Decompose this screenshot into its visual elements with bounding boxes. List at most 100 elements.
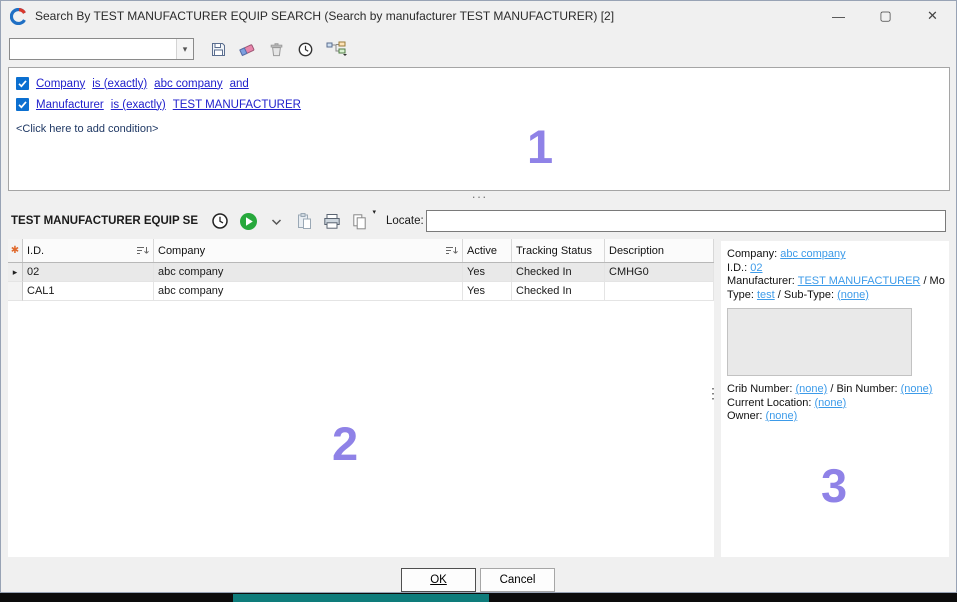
column-header-label: I.D.	[27, 245, 44, 257]
detail-label: / Mo	[923, 275, 944, 287]
horizontal-splitter[interactable]: ···	[1, 191, 957, 206]
item-image-placeholder	[727, 308, 912, 376]
detail-label: I.D.:	[727, 262, 747, 274]
condition-panel: Company is (exactly) abc company and Man…	[8, 67, 950, 191]
column-header-description[interactable]: Description	[605, 239, 714, 262]
history-icon[interactable]	[295, 39, 315, 59]
eraser-icon[interactable]	[237, 39, 257, 59]
title-bar: Search By TEST MANUFACTURER EQUIP SEARCH…	[1, 1, 956, 31]
print-icon[interactable]	[322, 211, 342, 231]
filter-preset-combobox[interactable]: ▾	[9, 38, 194, 60]
copy-icon[interactable]: ▾	[350, 211, 370, 231]
condition-row: Company is (exactly) abc company and	[16, 73, 942, 94]
cell-company: abc company	[154, 263, 463, 282]
save-icon[interactable]	[208, 39, 228, 59]
clock-icon[interactable]	[210, 211, 230, 231]
condition-operator-link[interactable]: is (exactly)	[111, 99, 166, 111]
condition-checkbox[interactable]	[16, 77, 29, 90]
detail-crib-line: Crib Number: (none) / Bin Number: (none)	[727, 383, 943, 397]
condition-value-link[interactable]: abc company	[154, 78, 222, 90]
detail-label: Owner:	[727, 410, 762, 422]
condition-row: Manufacturer is (exactly) TEST MANUFACTU…	[16, 94, 942, 115]
hierarchy-icon[interactable]	[324, 39, 350, 59]
condition-operator-link[interactable]: is (exactly)	[92, 78, 147, 90]
id-link[interactable]: 02	[750, 262, 762, 274]
table-header-row: ✱ I.D. Company Active	[8, 239, 714, 263]
cell-active: Yes	[463, 282, 512, 301]
column-header-id[interactable]: I.D.	[23, 239, 154, 262]
run-icon[interactable]	[238, 211, 258, 231]
filter-toolbar: ▾	[9, 37, 350, 61]
filter-preset-input[interactable]	[12, 40, 172, 58]
minimize-button[interactable]: —	[815, 1, 862, 31]
results-title: TEST MANUFACTURER EQUIP SE	[11, 215, 198, 227]
detail-type-line: Type: test / Sub-Type: (none)	[727, 289, 943, 303]
column-header-tracking-status[interactable]: Tracking Status	[512, 239, 605, 262]
ok-button[interactable]: OK	[401, 568, 476, 592]
window-title: Search By TEST MANUFACTURER EQUIP SEARCH…	[35, 9, 614, 23]
column-header-label: Active	[467, 245, 497, 257]
cell-active: Yes	[463, 263, 512, 282]
manufacturer-link[interactable]: TEST MANUFACTURER	[798, 275, 921, 287]
subtype-link[interactable]: (none)	[837, 289, 869, 301]
row-selector-cell: ▸	[8, 263, 23, 282]
detail-label: / Sub-Type:	[778, 289, 834, 301]
detail-label: Company:	[727, 248, 777, 260]
crib-number-link[interactable]: (none)	[795, 383, 827, 395]
delete-icon[interactable]	[266, 39, 286, 59]
table-row[interactable]: ▸ 02 abc company Yes Checked In CMHG0	[8, 263, 714, 282]
current-row-marker-icon: ▸	[13, 267, 18, 278]
cancel-button[interactable]: Cancel	[480, 568, 555, 592]
screen: Search By TEST MANUFACTURER EQUIP SEARCH…	[0, 0, 957, 602]
search-dialog: Search By TEST MANUFACTURER EQUIP SEARCH…	[0, 0, 957, 593]
condition-field-link[interactable]: Manufacturer	[36, 99, 104, 111]
cell-id: 02	[23, 263, 154, 282]
column-header-label: Description	[609, 245, 664, 257]
detail-company-line: Company: abc company	[727, 248, 943, 262]
cell-company: abc company	[154, 282, 463, 301]
detail-label: Crib Number:	[727, 383, 792, 395]
cell-id: CAL1	[23, 282, 154, 301]
app-logo-icon	[10, 8, 27, 25]
company-link[interactable]: abc company	[780, 248, 845, 260]
current-location-link[interactable]: (none)	[814, 397, 846, 409]
cell-description	[605, 282, 714, 301]
combo-dropdown-icon[interactable]: ▾	[176, 39, 193, 59]
condition-conjunction-link[interactable]: and	[230, 78, 249, 90]
close-button[interactable]: ✕	[909, 1, 956, 31]
condition-checkbox[interactable]	[16, 98, 29, 111]
owner-link[interactable]: (none)	[766, 410, 798, 422]
paste-icon[interactable]	[294, 211, 314, 231]
detail-location-line: Current Location: (none)	[727, 397, 943, 411]
column-header-company[interactable]: Company	[154, 239, 463, 262]
detail-id-line: I.D.: 02	[727, 262, 943, 276]
sort-icon	[445, 245, 458, 256]
type-link[interactable]: test	[757, 289, 775, 301]
table-corner-header[interactable]: ✱	[8, 239, 23, 262]
vertical-splitter[interactable]: ⋮	[706, 387, 720, 400]
detail-label: Manufacturer:	[727, 275, 795, 287]
detail-label: Current Location:	[727, 397, 811, 409]
sort-icon	[136, 245, 149, 256]
condition-field-link[interactable]: Company	[36, 78, 85, 90]
column-header-active[interactable]: Active	[463, 239, 512, 262]
detail-owner-line: Owner: (none)	[727, 410, 943, 424]
cell-tracking-status: Checked In	[512, 263, 605, 282]
results-toolbar: TEST MANUFACTURER EQUIP SE	[11, 208, 424, 234]
maximize-button[interactable]: ▢	[862, 1, 909, 31]
table-row[interactable]: CAL1 abc company Yes Checked In	[8, 282, 714, 301]
detail-label: / Bin Number:	[830, 383, 897, 395]
asterisk-icon: ✱	[11, 245, 19, 256]
item-details-panel: Company: abc company I.D.: 02 Manufactur…	[721, 241, 949, 557]
detail-manufacturer-line: Manufacturer: TEST MANUFACTURER / Mo	[727, 275, 943, 289]
taskbar-teal-segment	[233, 594, 489, 602]
row-selector-cell	[8, 282, 23, 301]
ok-button-label: OK	[430, 574, 447, 586]
add-condition-link[interactable]: <Click here to add condition>	[16, 123, 942, 135]
cancel-button-label: Cancel	[500, 574, 536, 586]
chevron-down-icon[interactable]	[266, 211, 286, 231]
bin-number-link[interactable]: (none)	[901, 383, 933, 395]
condition-value-link[interactable]: TEST MANUFACTURER	[173, 99, 301, 111]
locate-input[interactable]	[426, 210, 946, 232]
copy-dropdown-icon[interactable]: ▾	[372, 208, 376, 216]
